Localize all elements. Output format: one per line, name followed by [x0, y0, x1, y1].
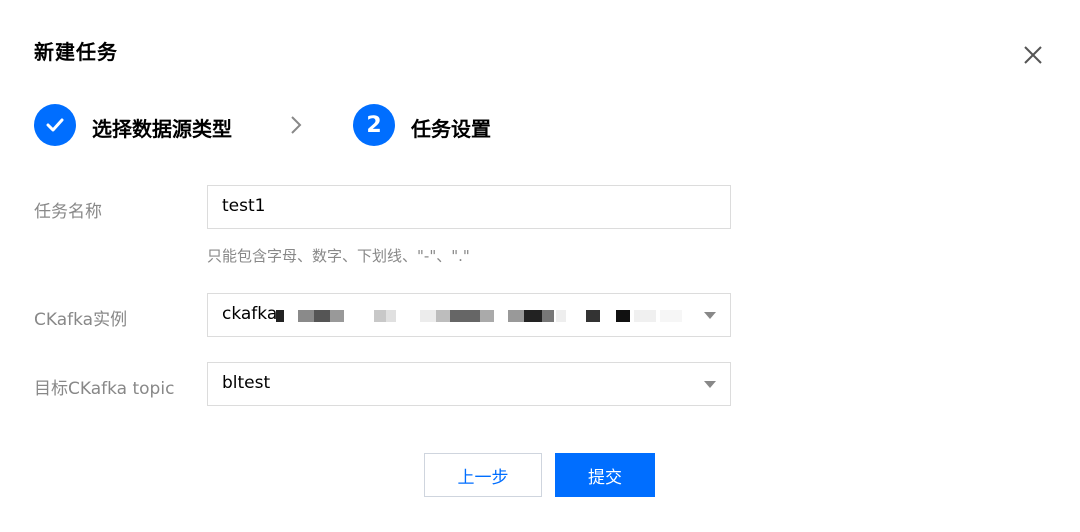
step-1-done: [34, 104, 76, 146]
chevron-right-icon: [291, 116, 302, 134]
chevron-down-icon: [704, 381, 716, 388]
check-icon: [46, 118, 64, 132]
ckafka-instance-row: CKafka实例 ckafka: [34, 293, 754, 337]
step-indicator: 选择数据源类型 2 任务设置: [34, 104, 634, 148]
task-name-value: test1: [222, 196, 266, 216]
task-name-label: 任务名称: [34, 202, 102, 222]
ckafka-instance-select[interactable]: ckafka: [207, 293, 731, 337]
target-topic-value: bltest: [222, 373, 271, 393]
close-icon[interactable]: [1018, 40, 1048, 70]
ckafka-instance-label: CKafka实例: [34, 310, 128, 330]
previous-step-button[interactable]: 上一步: [424, 453, 542, 497]
submit-button[interactable]: 提交: [555, 453, 655, 497]
dialog-title: 新建任务: [34, 40, 118, 64]
target-topic-row: 目标CKafka topic bltest: [34, 362, 754, 406]
task-name-input[interactable]: test1: [207, 185, 731, 229]
step-2-active: 2: [353, 104, 395, 146]
task-name-row: 任务名称 test1 只能包含字母、数字、下划线、"-"、".": [34, 185, 754, 275]
step-1-label: 选择数据源类型: [92, 117, 232, 141]
step-2-label: 任务设置: [411, 117, 491, 141]
step-2-number: 2: [366, 112, 382, 138]
ckafka-instance-value: ckafka: [222, 304, 278, 324]
new-task-dialog: 新建任务 选择数据源类型 2 任务设置 任务名称 test1 只能包含字母、数字…: [0, 0, 1080, 532]
chevron-down-icon: [704, 312, 716, 319]
target-topic-label: 目标CKafka topic: [34, 379, 175, 399]
task-name-hint: 只能包含字母、数字、下划线、"-"、".": [207, 247, 470, 265]
target-topic-select[interactable]: bltest: [207, 362, 731, 406]
